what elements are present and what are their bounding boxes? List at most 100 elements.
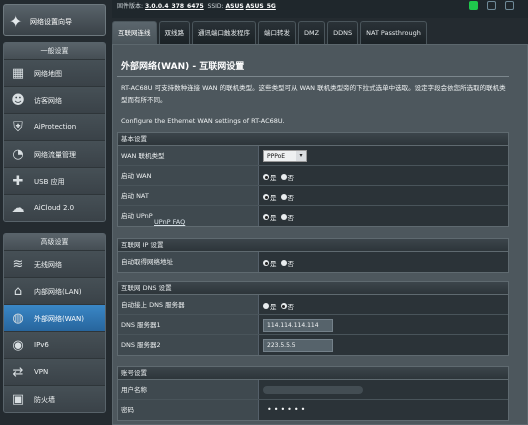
ipv6-icon: ◉ — [12, 338, 24, 353]
radio-label-no: 否 — [287, 260, 295, 268]
enable-nat-label: 启动 NAT — [118, 186, 259, 205]
traffic-manager-icon: ◔ — [12, 147, 24, 162]
dns2-row: DNS 服务器2 223.5.5.5 — [118, 335, 508, 355]
sidebar-item-firewall[interactable]: ▣ 防火墙 — [4, 385, 105, 412]
password-row: 密码 •••••• — [118, 400, 508, 420]
ssid-label: SSID: — [207, 3, 224, 10]
firmware-label: 固件版本: — [117, 3, 144, 10]
upnp-faq-link[interactable]: UPnP FAQ — [154, 212, 185, 232]
wan-type-label: WAN 联机类型 — [118, 146, 259, 165]
tab-nat-passthrough[interactable]: NAT Passthrough — [360, 21, 427, 44]
sidebar-item-ipv6[interactable]: ◉ IPv6 — [4, 331, 105, 358]
sidebar-item-label: USB 应用 — [34, 178, 65, 186]
basic-settings-header: 基本设置 — [118, 133, 508, 146]
radio-label-yes: 是 — [270, 260, 277, 268]
auto-ip-yes-radio[interactable] — [263, 260, 269, 266]
sidebar-item-lan[interactable]: ⌂ 内部网络(LAN) — [4, 277, 105, 304]
quick-setup-label: 网络设置向导 — [30, 18, 72, 26]
enable-wan-row: 启动 WAN 是 否 — [118, 166, 508, 186]
ssid-5g-link[interactable]: ASUS_5G — [246, 3, 276, 10]
status-bar: 固件版本: 3.0.0.4_378_6475 SSID: ASUS ASUS_5… — [112, 0, 528, 18]
username-label: 用户名称 — [118, 380, 259, 399]
general-settings-header: 一般设置 — [4, 43, 105, 59]
sidebar-item-wan[interactable]: ◍ 外部网络(WAN) — [4, 304, 105, 331]
radio-label-no: 否 — [287, 194, 295, 202]
usb-status-icon[interactable] — [505, 1, 514, 10]
radio-label-yes: 是 — [270, 174, 277, 182]
internet-status-icon[interactable] — [469, 1, 478, 10]
auto-ip-no-radio[interactable] — [280, 260, 287, 266]
sidebar-item-label: 内部网络(LAN) — [34, 288, 82, 296]
wan-type-row: WAN 联机类型 PPPoE ▾ — [118, 146, 508, 166]
configure-text: Configure the Ethernet WAN settings of R… — [121, 117, 285, 125]
enable-nat-no-radio[interactable] — [280, 194, 287, 200]
guest-network-icon: ☻ — [11, 93, 25, 108]
username-row: 用户名称 — [118, 380, 508, 400]
aiprotection-icon: ⛨ — [13, 120, 23, 135]
dns-settings-table: 互联网 DNS 设置 自动接上 DNS 服务器 是 否 DNS 服务器1 114… — [117, 281, 509, 356]
auto-dns-radio: 是 否 — [263, 301, 297, 311]
tab-ddns[interactable]: DDNS — [327, 21, 359, 44]
password-input[interactable]: •••••• — [267, 405, 307, 414]
firmware-link[interactable]: 3.0.0.4_378_6475 — [145, 3, 204, 10]
dns2-label: DNS 服务器2 — [118, 335, 259, 355]
radio-label-no: 否 — [287, 303, 295, 311]
enable-nat-yes-radio[interactable] — [263, 194, 269, 200]
enable-upnp-radio: 是 否 — [263, 212, 297, 222]
enable-wan-yes-radio[interactable] — [263, 174, 269, 180]
sidebar-item-wireless[interactable]: ≋ 无线网络 — [4, 250, 105, 277]
advanced-settings-header: 高级设置 — [4, 234, 105, 250]
enable-wan-no-radio[interactable] — [280, 174, 287, 180]
auto-dns-yes-radio[interactable] — [263, 303, 269, 309]
sidebar-item-traffic-manager[interactable]: ◔ 网络流量管理 — [4, 140, 105, 167]
network-map-icon: ▦ — [11, 66, 25, 81]
aicloud-icon: ☁ — [11, 201, 25, 216]
tab-internet-connection[interactable]: 互联网连线 — [112, 21, 157, 44]
sidebar-item-network-map[interactable]: ▦ 网络地图 — [4, 59, 105, 86]
dns2-input[interactable]: 223.5.5.5 — [263, 339, 333, 352]
sidebar: ✦ 网络设置向导 一般设置 ▦ 网络地图 ☻ 访客网络 ⛨ AiProtecti… — [0, 0, 108, 425]
radio-label-yes: 是 — [270, 194, 277, 202]
sidebar-item-aicloud[interactable]: ☁ AiCloud 2.0 — [4, 194, 105, 221]
tab-port-trigger[interactable]: 通讯端口触发程序 — [192, 21, 256, 44]
usb-icon: ✚ — [12, 174, 24, 189]
quick-setup-button[interactable]: ✦ 网络设置向导 — [3, 4, 106, 36]
tab-dual-wan[interactable]: 双线路 — [158, 21, 190, 44]
firmware-info: 固件版本: 3.0.0.4_378_6475 SSID: ASUS ASUS_5… — [117, 1, 276, 10]
enable-upnp-label: 启动 UPnP — [121, 212, 153, 220]
enable-upnp-no-radio[interactable] — [280, 214, 287, 220]
chevron-down-icon: ▾ — [296, 151, 306, 161]
general-settings-group: 一般设置 ▦ 网络地图 ☻ 访客网络 ⛨ AiProtection ◔ 网络流量… — [3, 42, 106, 222]
sidebar-item-label: 网络地图 — [34, 70, 62, 78]
radio-label-no: 否 — [287, 214, 295, 222]
wireless-icon: ≋ — [12, 257, 24, 272]
wizard-wand-icon: ✦ — [9, 12, 23, 31]
wan-type-select[interactable]: PPPoE ▾ — [263, 150, 307, 162]
account-settings-header: 账号设置 — [118, 367, 508, 380]
tab-port-forwarding[interactable]: 端口转发 — [258, 21, 296, 44]
wan-type-value: PPPoE — [267, 153, 286, 160]
auto-dns-label: 自动接上 DNS 服务器 — [118, 295, 259, 314]
page-title: 外部网络(WAN) - 互联网设置 — [121, 62, 245, 72]
username-input[interactable] — [263, 386, 363, 394]
sidebar-item-vpn[interactable]: ⇄ VPN — [4, 358, 105, 385]
enable-upnp-yes-radio[interactable] — [263, 214, 269, 220]
sidebar-item-label: AiCloud 2.0 — [34, 204, 75, 212]
sidebar-item-usb[interactable]: ✚ USB 应用 — [4, 167, 105, 194]
tab-dmz[interactable]: DMZ — [298, 21, 326, 44]
radio-label-yes: 是 — [270, 303, 277, 311]
password-label: 密码 — [118, 400, 259, 420]
auto-dns-no-radio[interactable] — [280, 303, 287, 309]
sidebar-item-guest-network[interactable]: ☻ 访客网络 — [4, 86, 105, 113]
wan-icon: ◍ — [12, 311, 24, 326]
wifi-status-icon[interactable] — [487, 1, 496, 10]
ssid-2g-link[interactable]: ASUS — [226, 3, 244, 10]
sidebar-item-label: 外部网络(WAN) — [34, 315, 85, 323]
auto-ip-label: 自动取得网络地址 — [118, 252, 259, 272]
auto-dns-row: 自动接上 DNS 服务器 是 否 — [118, 295, 508, 315]
dns1-input[interactable]: 114.114.114.114 — [263, 319, 333, 332]
vpn-icon: ⇄ — [12, 365, 24, 380]
sidebar-item-aiprotection[interactable]: ⛨ AiProtection — [4, 113, 105, 140]
sidebar-item-label: 网络流量管理 — [34, 151, 76, 159]
sidebar-item-label: VPN — [34, 368, 49, 376]
